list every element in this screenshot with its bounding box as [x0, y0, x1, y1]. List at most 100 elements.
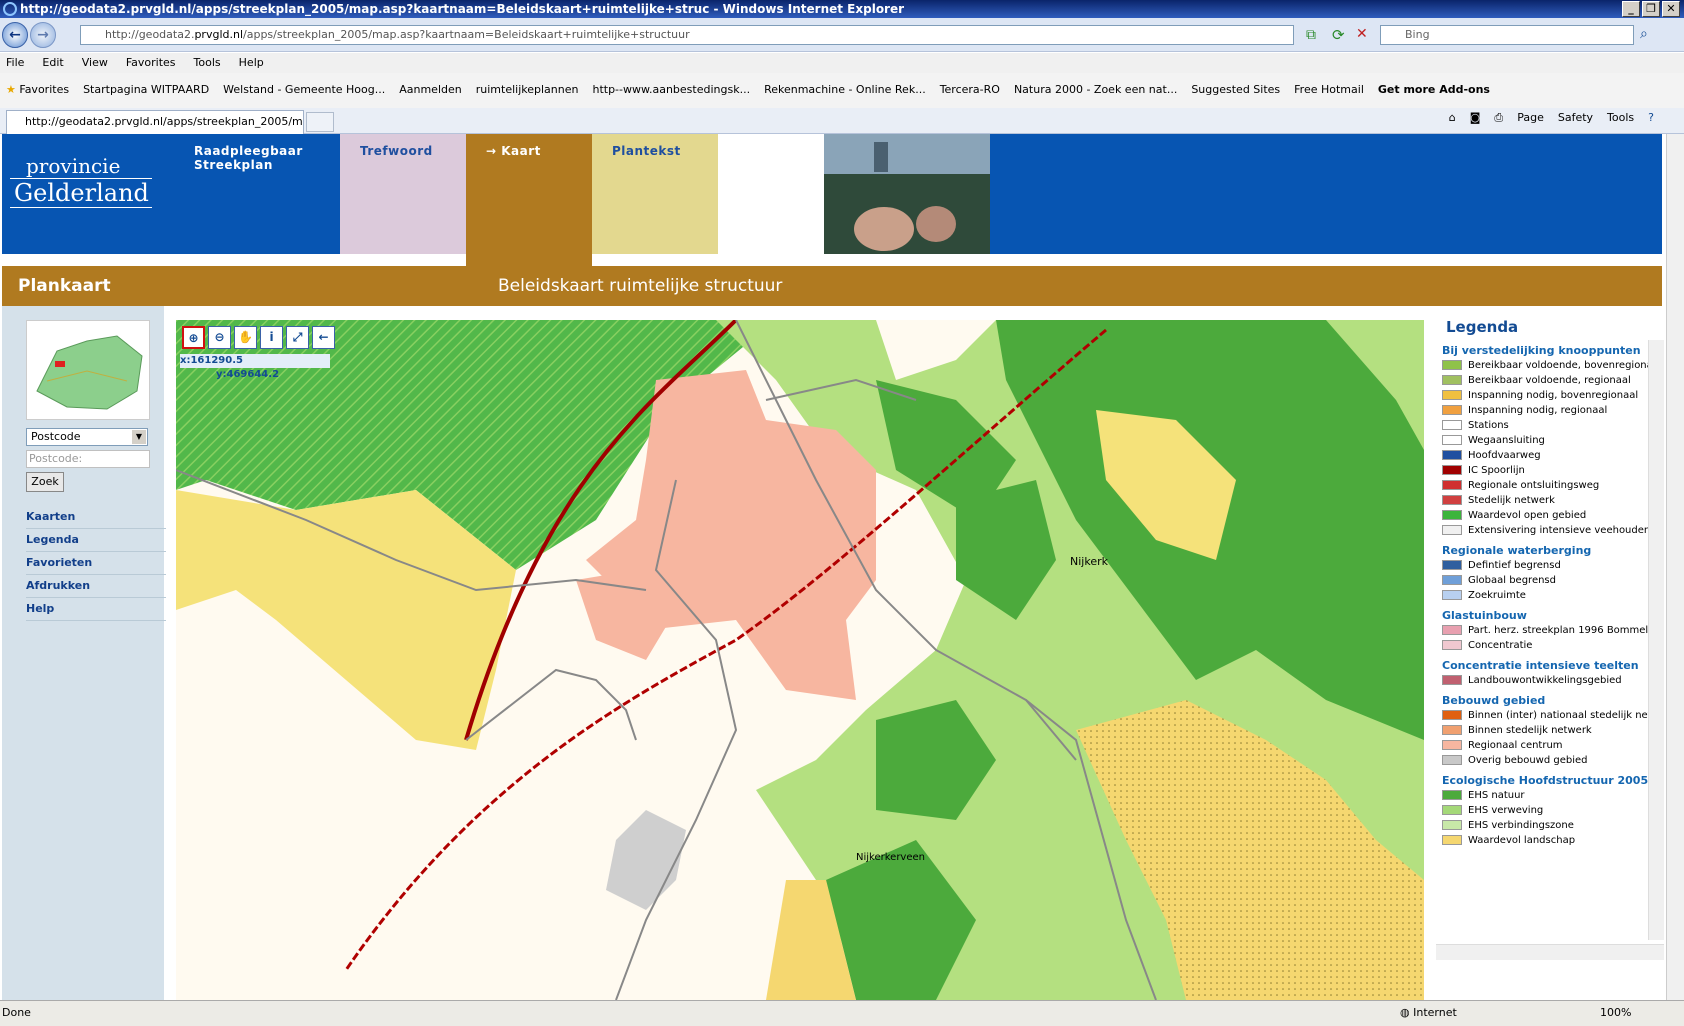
legend-label: Bereikbaar voldoende, regionaal: [1468, 374, 1631, 386]
safety-menu[interactable]: Safety: [1558, 111, 1593, 125]
favorite-link[interactable]: http--www.aanbestedingsk...: [592, 83, 750, 96]
favorite-link[interactable]: Aanmelden: [399, 83, 462, 96]
menu-file[interactable]: File: [6, 53, 24, 73]
legend-item: Bereikbaar voldoende, bovenregional: [1442, 358, 1656, 372]
page-title-bar: Plankaart Beleidskaart ruimtelijke struc…: [2, 266, 1662, 306]
sidebar-link-help[interactable]: Help: [26, 598, 166, 621]
legend-group-heading: Regionale waterberging: [1442, 544, 1592, 557]
favorite-link[interactable]: Get more Add-ons: [1378, 83, 1490, 96]
legend-item: Waardevol open gebied: [1442, 508, 1586, 522]
favorite-link[interactable]: ruimtelijkeplannen: [476, 83, 579, 96]
legend-item: Regionaal centrum: [1442, 738, 1563, 752]
zoom-level[interactable]: 100%: [1600, 1001, 1631, 1025]
overview-map[interactable]: [26, 320, 150, 420]
legend-label: Globaal begrensd: [1468, 574, 1556, 586]
legend-label: EHS verweving: [1468, 804, 1544, 816]
legend-label: Regionale ontsluitingsweg: [1468, 479, 1600, 491]
province-logo[interactable]: provincie Gelderland: [10, 154, 152, 208]
legend-label: Inspanning nodig, bovenregionaal: [1468, 389, 1639, 401]
legend-label: Zoekruimte: [1468, 589, 1526, 601]
print-icon[interactable]: ⎙: [1494, 111, 1503, 125]
star-icon: ★: [6, 83, 16, 96]
menu-edit[interactable]: Edit: [42, 53, 63, 73]
legend-label: IC Spoorlijn: [1468, 464, 1525, 476]
legend-swatch: [1442, 710, 1462, 720]
restore-button[interactable]: ❐: [1642, 1, 1660, 17]
favorite-link[interactable]: Suggested Sites: [1191, 83, 1280, 96]
legend-label: EHS natuur: [1468, 789, 1525, 801]
place-label-nijkerk: Nijkerk: [1070, 555, 1108, 568]
globe-icon: ◍: [1400, 1006, 1410, 1019]
favorites-button[interactable]: ★ Favorites: [6, 83, 69, 96]
zoom-out-icon[interactable]: ⊖: [208, 326, 231, 349]
favorite-link[interactable]: Welstand - Gemeente Hoog...: [223, 83, 385, 96]
page-scrollbar[interactable]: [1666, 134, 1684, 1000]
map-canvas[interactable]: ⊕ ⊖ ✋ i ⤢ ← x:161290.5 y:469644.2 Nijker…: [176, 320, 1424, 1000]
nav-plantekst[interactable]: Plantekst: [592, 134, 718, 254]
legend-item: IC Spoorlijn: [1442, 463, 1525, 477]
compatibility-icon[interactable]: ⧉: [1306, 27, 1316, 43]
sidebar-link-kaarten[interactable]: Kaarten: [26, 506, 166, 529]
minimize-button[interactable]: _: [1622, 1, 1640, 17]
pan-hand-icon[interactable]: ✋: [234, 326, 257, 349]
new-tab-button[interactable]: [306, 112, 334, 132]
legend-scrollbar[interactable]: [1648, 340, 1664, 940]
zoom-in-icon[interactable]: ⊕: [182, 326, 205, 349]
favorite-link[interactable]: Rekenmachine - Online Rek...: [764, 83, 926, 96]
postcode-input[interactable]: Postcode:: [26, 450, 150, 468]
refresh-icon[interactable]: ⟳: [1332, 26, 1345, 44]
legend-swatch: [1442, 390, 1462, 400]
tools-menu[interactable]: Tools: [1607, 111, 1634, 125]
favorite-link[interactable]: Startpagina WITPAARD: [83, 83, 209, 96]
forward-button[interactable]: →: [30, 22, 56, 48]
legend-swatch: [1442, 805, 1462, 815]
legend-label: Extensivering intensieve veehouderij: [1468, 524, 1654, 536]
legend-hscrollbar[interactable]: [1436, 944, 1664, 960]
security-zone: ◍ Internet: [1400, 1006, 1457, 1019]
legend-swatch: [1442, 360, 1462, 370]
page-menu[interactable]: Page: [1517, 111, 1544, 125]
search-type-select[interactable]: Postcode ▼: [26, 428, 148, 446]
menu-help[interactable]: Help: [239, 53, 264, 73]
feeds-icon[interactable]: ◙: [1470, 111, 1481, 125]
legend-swatch: [1442, 375, 1462, 385]
help-icon[interactable]: ?: [1648, 111, 1654, 125]
legend-label: Part. herz. streekplan 1996 Bommeler: [1468, 624, 1659, 636]
menu-tools[interactable]: Tools: [194, 53, 221, 73]
legend-item: Wegaansluiting: [1442, 433, 1545, 447]
search-icon[interactable]: ⌕: [1640, 26, 1648, 42]
legend-item: Bereikbaar voldoende, regionaal: [1442, 373, 1631, 387]
legend-swatch: [1442, 510, 1462, 520]
stop-icon[interactable]: ✕: [1356, 26, 1368, 42]
map-toolbar: ⊕ ⊖ ✋ i ⤢ ←: [182, 326, 335, 349]
search-input[interactable]: Bing: [1380, 25, 1634, 45]
menu-view[interactable]: View: [82, 53, 108, 73]
favorite-link[interactable]: Tercera-RO: [940, 83, 1000, 96]
sidebar-link-legenda[interactable]: Legenda: [26, 529, 166, 552]
header-spacer: [718, 134, 824, 254]
menu-favorites[interactable]: Favorites: [126, 53, 176, 73]
sidebar-link-favorieten[interactable]: Favorieten: [26, 552, 166, 575]
legend-swatch: [1442, 560, 1462, 570]
legend-swatch: [1442, 495, 1462, 505]
nav-trefwoord[interactable]: Trefwoord: [340, 134, 466, 254]
nav-kaart[interactable]: → Kaart: [466, 134, 592, 266]
favorite-link[interactable]: Free Hotmail: [1294, 83, 1364, 96]
address-bar[interactable]: http://geodata2.prvgld.nl/apps/streekpla…: [80, 25, 1294, 45]
legend-swatch: [1442, 820, 1462, 830]
legend-item: Zoekruimte: [1442, 588, 1526, 602]
full-extent-icon[interactable]: ⤢: [286, 326, 309, 349]
close-button[interactable]: ✕: [1662, 1, 1680, 17]
back-button[interactable]: ←: [2, 22, 28, 48]
legend-label: Regionaal centrum: [1468, 739, 1563, 751]
legend-swatch: [1442, 525, 1462, 535]
sidebar-link-afdrukken[interactable]: Afdrukken: [26, 575, 166, 598]
browser-tab[interactable]: http://geodata2.prvgld.nl/apps/streekpla…: [6, 110, 304, 134]
back-arrow-icon[interactable]: ←: [312, 326, 335, 349]
info-icon[interactable]: i: [260, 326, 283, 349]
legend-label: Bereikbaar voldoende, bovenregional: [1468, 359, 1656, 371]
ie-logo-icon: [3, 2, 17, 16]
home-icon[interactable]: ⌂: [1449, 111, 1456, 125]
zoek-button[interactable]: Zoek: [26, 472, 64, 492]
favorite-link[interactable]: Natura 2000 - Zoek een nat...: [1014, 83, 1177, 96]
